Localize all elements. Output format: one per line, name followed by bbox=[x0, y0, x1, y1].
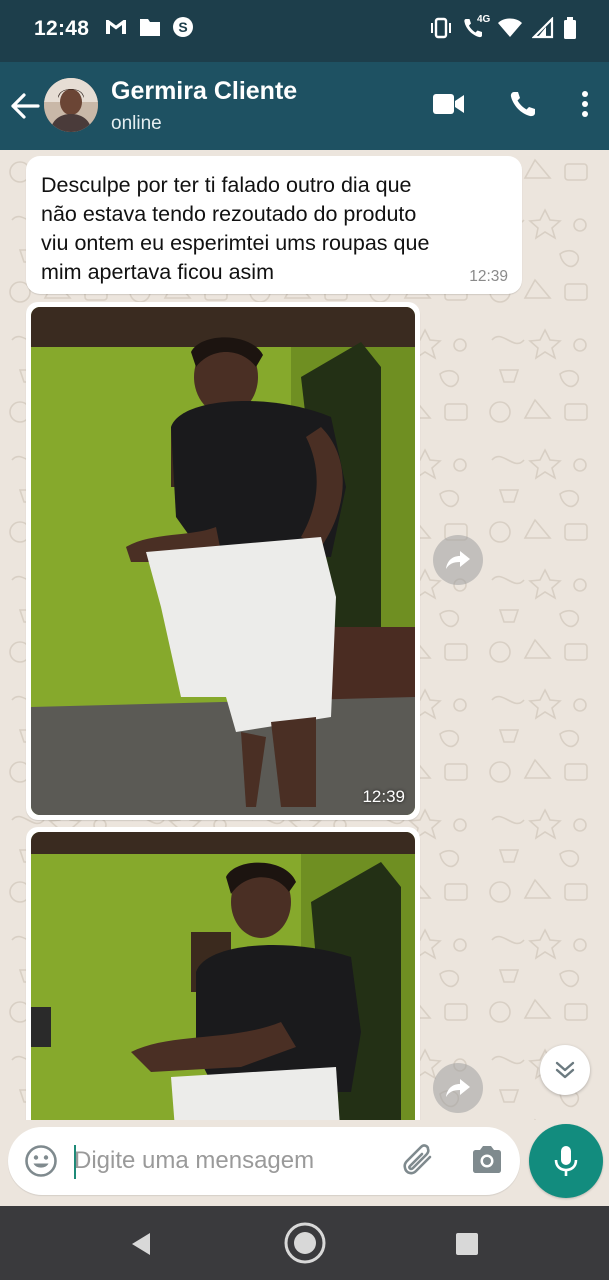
battery-icon bbox=[563, 16, 577, 45]
message-bubble-image[interactable]: 12:39 bbox=[26, 302, 420, 820]
status-time: 12:48 bbox=[34, 17, 90, 40]
message-text: Desculpe por ter ti falado outro dia que… bbox=[41, 173, 430, 284]
camera-button[interactable] bbox=[470, 1144, 504, 1181]
network-label: 4G bbox=[477, 14, 491, 25]
folder-icon bbox=[138, 16, 162, 43]
forward-button[interactable] bbox=[433, 1063, 483, 1113]
forward-icon bbox=[446, 551, 470, 569]
vibrate-icon bbox=[429, 17, 453, 44]
nav-back-button[interactable] bbox=[128, 1230, 154, 1263]
message-photo[interactable] bbox=[31, 832, 415, 1120]
back-button[interactable] bbox=[8, 88, 42, 124]
video-call-icon[interactable] bbox=[433, 93, 465, 120]
triangle-back-icon bbox=[132, 1233, 150, 1255]
status-right-icons: 4G bbox=[429, 14, 577, 45]
contact-name[interactable]: Germira Cliente bbox=[111, 77, 297, 106]
image-time: 12:39 bbox=[362, 787, 405, 806]
wifi-icon bbox=[497, 17, 523, 44]
square-recents-icon bbox=[456, 1233, 478, 1255]
message-bubble-image[interactable] bbox=[26, 827, 420, 1120]
contact-avatar[interactable] bbox=[44, 78, 98, 132]
microphone-icon bbox=[554, 1146, 578, 1176]
system-navigation-bar bbox=[0, 1206, 609, 1280]
message-photo[interactable]: 12:39 bbox=[31, 307, 415, 815]
contact-status: online bbox=[111, 113, 162, 134]
scroll-to-bottom-button[interactable] bbox=[540, 1045, 590, 1095]
gmail-icon bbox=[104, 17, 128, 42]
chat-header: Germira Cliente online bbox=[0, 62, 609, 150]
nav-recents-button[interactable] bbox=[455, 1232, 479, 1261]
emoji-button[interactable] bbox=[24, 1144, 58, 1183]
nav-home-button[interactable] bbox=[282, 1220, 328, 1271]
status-bar: 12:48 S 4G bbox=[0, 0, 609, 62]
s-badge-icon: S bbox=[172, 16, 194, 43]
emoji-icon bbox=[25, 1145, 57, 1177]
message-time: 12:39 bbox=[469, 268, 508, 285]
status-left-icons: S bbox=[104, 16, 194, 43]
composer-bar bbox=[0, 1120, 609, 1206]
double-chevron-down-icon bbox=[555, 1061, 575, 1079]
voice-record-button[interactable] bbox=[529, 1124, 603, 1198]
message-bubble-text[interactable]: Desculpe por ter ti falado outro dia que… bbox=[26, 156, 522, 294]
signal-icon bbox=[531, 16, 554, 44]
forward-icon bbox=[446, 1079, 470, 1097]
home-circle-icon bbox=[284, 1222, 326, 1264]
volte-call-icon: 4G bbox=[462, 14, 491, 45]
more-options-icon[interactable] bbox=[581, 90, 589, 123]
chat-area[interactable]: Desculpe por ter ti falado outro dia que… bbox=[0, 150, 609, 1120]
svg-text:S: S bbox=[178, 19, 187, 35]
attach-button[interactable] bbox=[400, 1143, 436, 1184]
back-arrow-icon bbox=[11, 93, 40, 119]
header-actions bbox=[433, 90, 589, 123]
forward-button[interactable] bbox=[433, 535, 483, 585]
camera-icon bbox=[473, 1146, 501, 1173]
message-input[interactable] bbox=[74, 1141, 374, 1181]
phone-call-icon[interactable] bbox=[509, 90, 537, 123]
composer-box bbox=[8, 1127, 520, 1195]
paperclip-icon bbox=[403, 1144, 432, 1175]
